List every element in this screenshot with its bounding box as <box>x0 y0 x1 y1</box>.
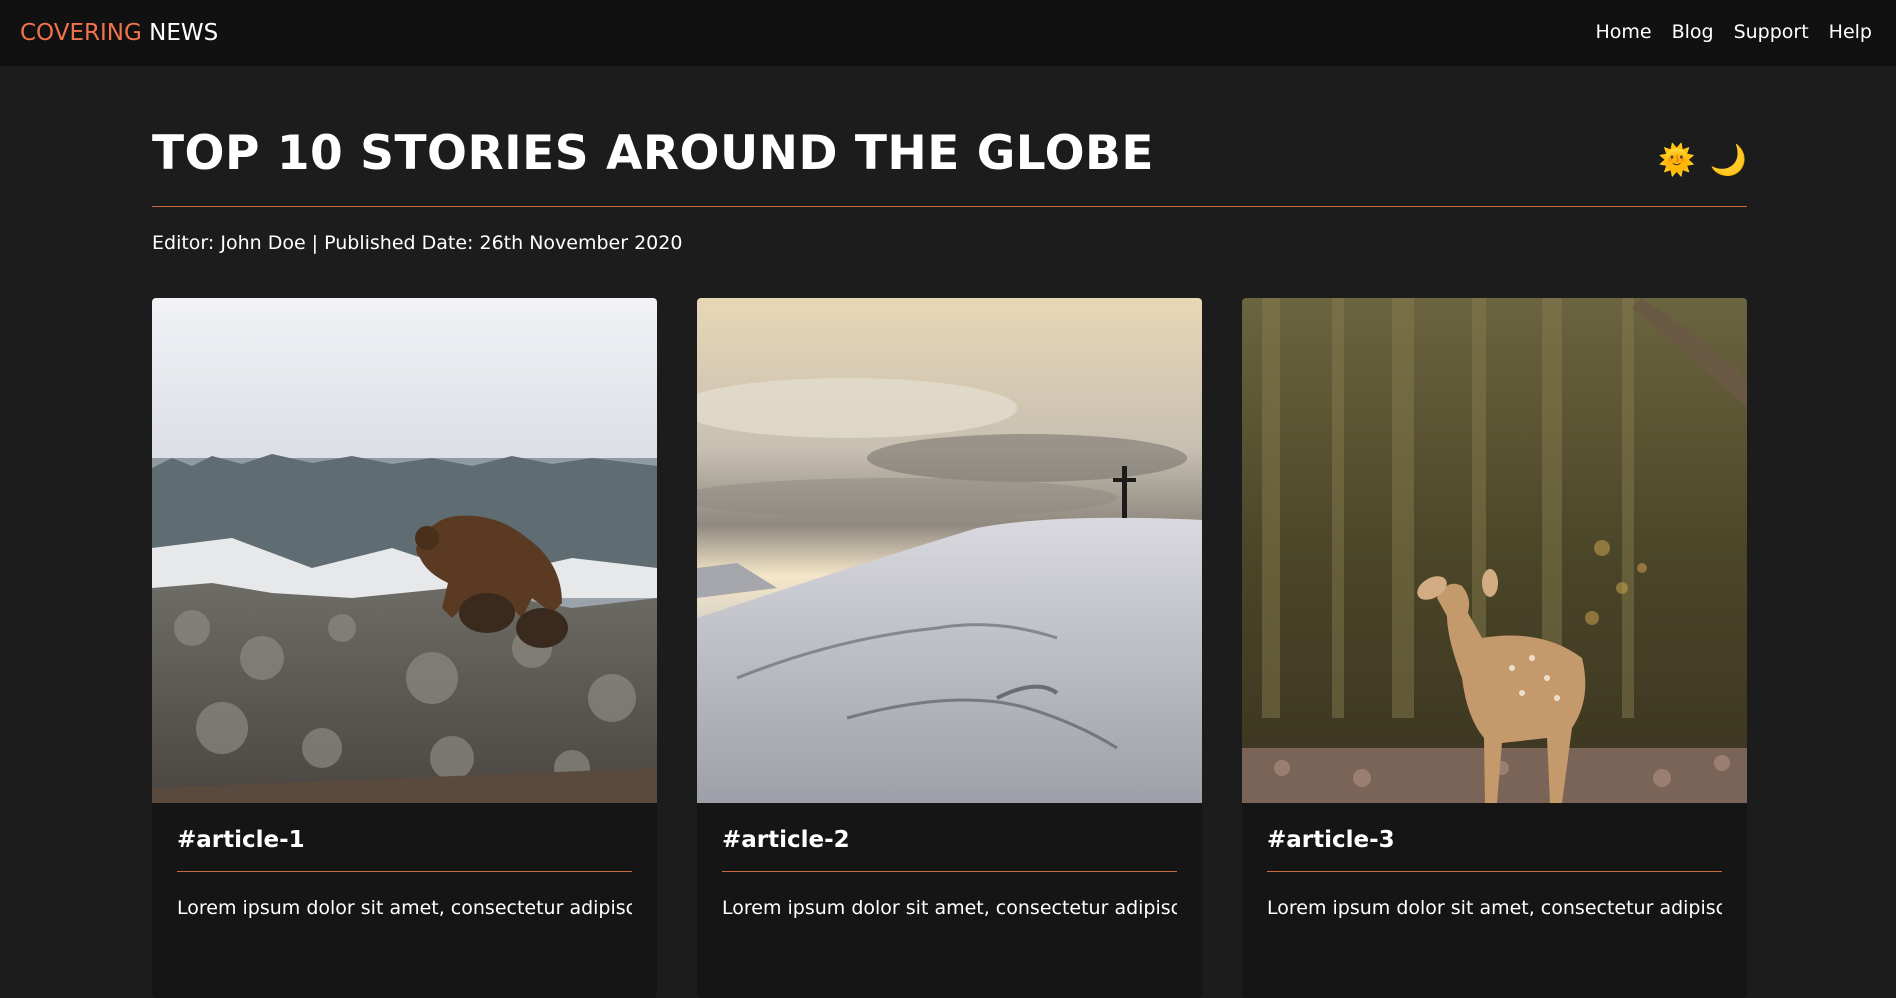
brand-rest-text: NEWS <box>149 20 219 46</box>
moon-icon[interactable]: 🌙 <box>1710 146 1747 176</box>
main-nav: Home Blog Support Help <box>1595 21 1872 43</box>
card-text: Lorem ipsum dolor sit amet, consectetur … <box>722 897 1177 919</box>
bear-with-cubs-photo <box>152 298 657 803</box>
article-meta: Editor: John Doe | Published Date: 26th … <box>152 232 683 254</box>
nav-link-support[interactable]: Support <box>1734 21 1809 43</box>
nav-link-home[interactable]: Home <box>1595 21 1651 43</box>
sun-icon[interactable]: 🌞 <box>1658 146 1695 176</box>
card-text: Lorem ipsum dolor sit amet, consectetur … <box>1267 897 1722 919</box>
top-navbar: COVERING NEWS Home Blog Support Help <box>0 0 1896 66</box>
theme-toggles: 🌞 🌙 <box>1658 146 1747 176</box>
brand-accent-text: COVERING <box>20 20 142 46</box>
card-title[interactable]: #article-1 <box>177 827 632 872</box>
page-title: TOP 10 STORIES AROUND THE GLOBE <box>152 126 1154 181</box>
nav-link-help[interactable]: Help <box>1829 21 1872 43</box>
title-divider <box>152 206 1747 207</box>
article-card[interactable]: #article-2 Lorem ipsum dolor sit amet, c… <box>697 298 1202 998</box>
article-card[interactable]: #article-1 Lorem ipsum dolor sit amet, c… <box>152 298 657 998</box>
fawn-in-forest-photo <box>1242 298 1747 803</box>
snowy-hill-cross-photo <box>697 298 1202 803</box>
article-card[interactable]: #article-3 Lorem ipsum dolor sit amet, c… <box>1242 298 1747 998</box>
card-body: #article-1 Lorem ipsum dolor sit amet, c… <box>152 803 657 923</box>
card-text: Lorem ipsum dolor sit amet, consectetur … <box>177 897 632 919</box>
card-body: #article-2 Lorem ipsum dolor sit amet, c… <box>697 803 1202 923</box>
card-title[interactable]: #article-2 <box>722 827 1177 872</box>
card-title[interactable]: #article-3 <box>1267 827 1722 872</box>
card-body: #article-3 Lorem ipsum dolor sit amet, c… <box>1242 803 1747 923</box>
nav-link-blog[interactable]: Blog <box>1672 21 1714 43</box>
article-grid: #article-1 Lorem ipsum dolor sit amet, c… <box>152 298 1747 998</box>
brand-logo[interactable]: COVERING NEWS <box>20 20 218 46</box>
